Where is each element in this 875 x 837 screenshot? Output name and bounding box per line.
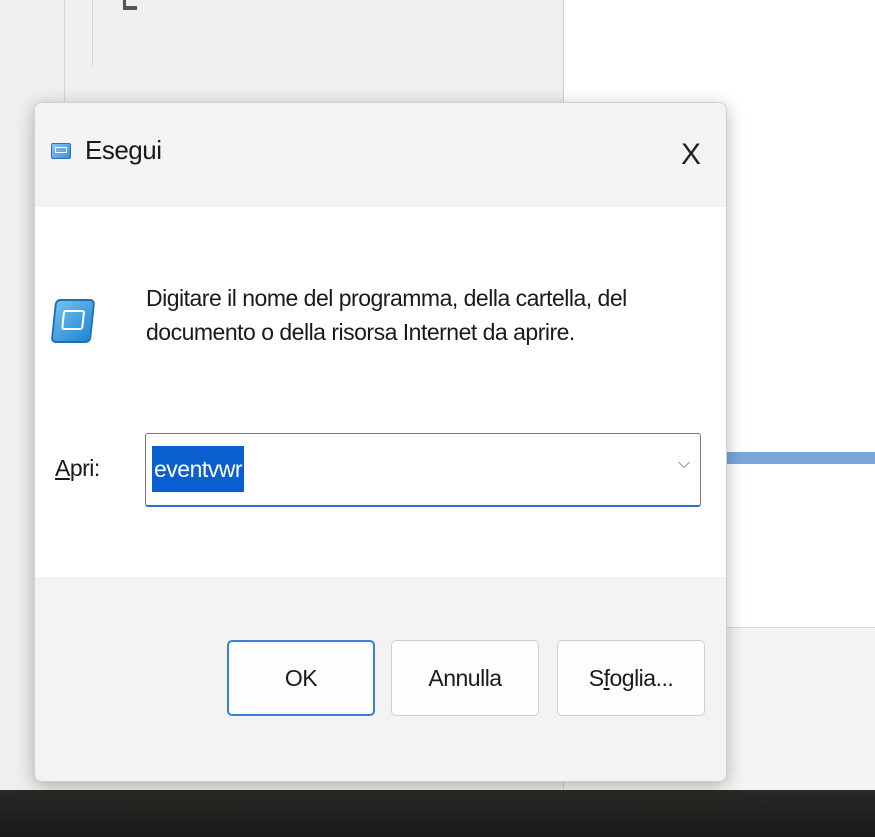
background-fragment-icon xyxy=(123,0,137,10)
background-progress-bar xyxy=(726,452,875,464)
close-button[interactable]: X xyxy=(656,103,726,207)
close-icon: X xyxy=(680,138,701,171)
title-bar[interactable]: Esegui X xyxy=(35,103,726,207)
run-icon xyxy=(50,299,96,343)
run-dialog: Esegui X Digitare il nome del programma,… xyxy=(34,102,727,782)
browse-button[interactable]: Sf oglia... xyxy=(557,640,705,716)
run-icon xyxy=(51,143,71,159)
instructions-text: Digitare il nome del programma, della ca… xyxy=(146,285,627,345)
open-input[interactable]: eventvwr xyxy=(152,446,245,492)
taskbar xyxy=(0,790,875,837)
cancel-button[interactable]: Annulla xyxy=(391,640,539,716)
open-label-accesskey: A xyxy=(55,455,70,481)
browse-label-post: oglia... xyxy=(609,664,674,691)
open-combobox[interactable]: eventvwr ⌵ xyxy=(145,433,701,507)
background-divider xyxy=(92,0,93,66)
open-label-text: pri: xyxy=(69,455,100,481)
ok-button[interactable]: OK xyxy=(227,640,375,716)
chevron-down-icon[interactable]: ⌵ xyxy=(678,456,690,472)
browse-label-pre: S xyxy=(588,664,604,691)
open-label: Apri: xyxy=(55,455,100,482)
dialog-title: Esegui xyxy=(85,135,162,165)
